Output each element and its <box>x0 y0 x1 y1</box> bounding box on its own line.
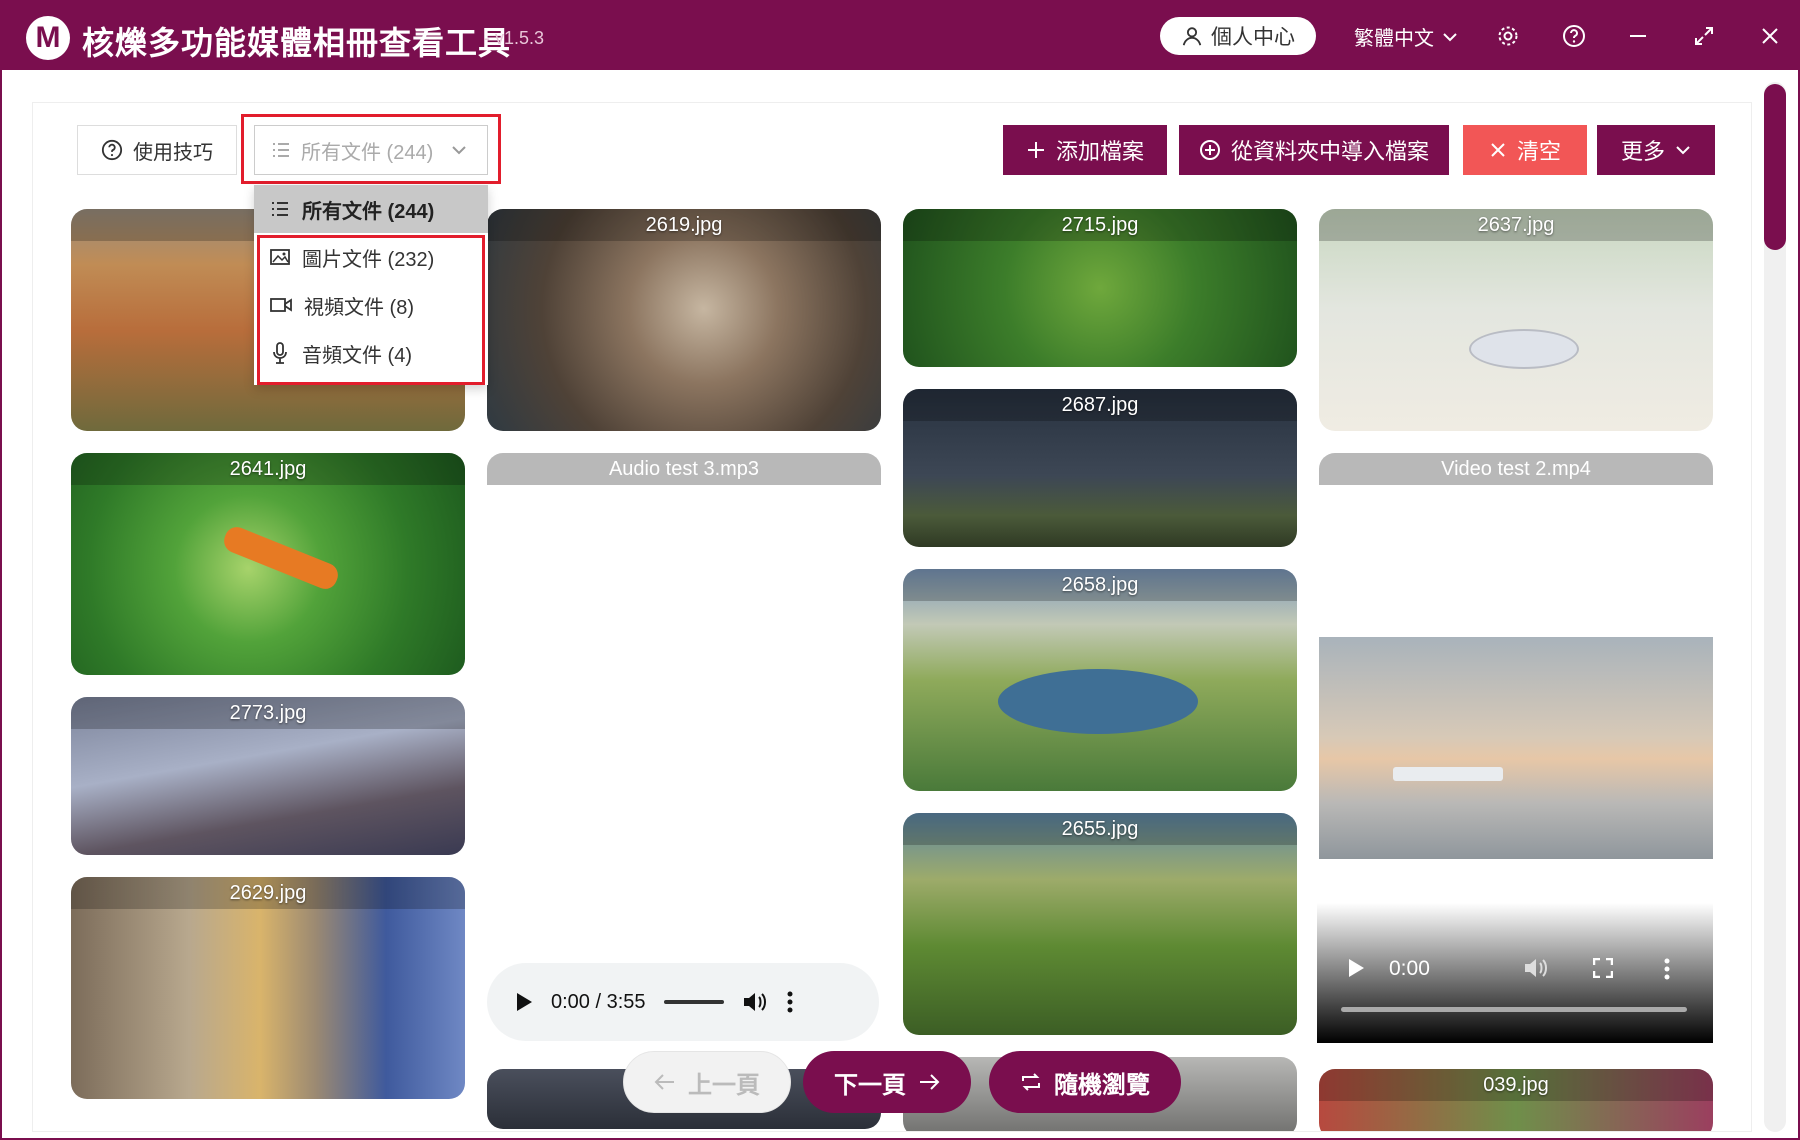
add-file-button[interactable]: 添加檔案 <box>1003 125 1167 175</box>
user-center-label: 個人中心 <box>1211 26 1295 49</box>
app-window: M 核爍多功能媒體相冊查看工具 - v1.5.3 個人中心 繁體中文 使用技巧 … <box>0 0 1800 1140</box>
gallery-card[interactable]: 2658.jpg <box>903 569 1297 791</box>
next-page-button[interactable]: 下一頁 <box>803 1051 971 1113</box>
card-caption: 2773.jpg <box>71 697 465 729</box>
minimize-icon[interactable] <box>1622 20 1654 52</box>
more-label: 更多 <box>1620 139 1665 164</box>
option-label: 所有文件 (244) <box>302 200 435 223</box>
audio-player[interactable]: 0:00 / 3:55 <box>487 963 879 1041</box>
plus-icon <box>1027 142 1044 158</box>
arrow-left-icon <box>654 1074 674 1090</box>
video-time: 0:00 <box>1389 957 1430 980</box>
user-icon <box>1182 27 1202 46</box>
tips-button[interactable]: 使用技巧 <box>77 125 237 175</box>
video-progress[interactable] <box>1341 1007 1687 1012</box>
gallery-card[interactable]: 2641.jpg <box>71 453 465 675</box>
gear-icon[interactable] <box>1492 20 1524 52</box>
list-icon <box>272 202 288 216</box>
import-folder-button[interactable]: 從資料夾中導入檔案 <box>1179 125 1449 175</box>
gallery-card[interactable]: 2655.jpg <box>903 813 1297 1035</box>
card-caption: 2619.jpg <box>487 209 881 241</box>
random-browse-label: 隨機瀏覽 <box>1054 1071 1150 1099</box>
audio-progress[interactable] <box>663 1000 724 1004</box>
card-caption: 039.jpg <box>1319 1069 1713 1101</box>
repeat-icon <box>1022 1073 1040 1091</box>
app-title: 核爍多功能媒體相冊查看工具 <box>82 25 512 61</box>
card-caption: 2687.jpg <box>903 389 1297 421</box>
gallery-card[interactable]: 2687.jpg <box>903 389 1297 547</box>
list-icon <box>273 143 289 157</box>
random-browse-button[interactable]: 隨機瀏覽 <box>989 1051 1181 1113</box>
audio-title: Audio test 3.mp3 <box>487 453 881 485</box>
main-content: 使用技巧 所有文件 (244) 添加檔案 從資料夾中導入檔案 清空 更多 27 <box>32 102 1752 1132</box>
maximize-icon[interactable] <box>1688 20 1720 52</box>
gallery-card[interactable]: 2629.jpg <box>71 877 465 1099</box>
volume-icon[interactable] <box>742 990 768 1014</box>
bird-shape <box>1469 329 1579 369</box>
close-icon[interactable] <box>1754 20 1786 52</box>
video-title: Video test 2.mp4 <box>1319 453 1713 485</box>
river-shape <box>998 669 1198 734</box>
language-select[interactable]: 繁體中文 <box>1354 22 1458 51</box>
user-center-button[interactable]: 個人中心 <box>1160 17 1316 55</box>
scrollbar[interactable] <box>1764 82 1786 1132</box>
language-label: 繁體中文 <box>1354 28 1434 50</box>
fullscreen-icon[interactable] <box>1593 958 1613 978</box>
chevron-down-icon <box>1676 146 1690 155</box>
card-caption: 2655.jpg <box>903 813 1297 845</box>
tips-label: 使用技巧 <box>133 141 213 164</box>
card-caption: 2715.jpg <box>903 209 1297 241</box>
next-page-label: 下一頁 <box>834 1071 906 1099</box>
video-controls[interactable]: 0:00 <box>1317 903 1713 1043</box>
add-file-label: 添加檔案 <box>1055 139 1144 164</box>
help-icon[interactable] <box>1558 20 1590 52</box>
prev-page-label: 上一頁 <box>688 1071 760 1099</box>
scrollbar-thumb[interactable] <box>1764 84 1786 250</box>
clear-label: 清空 <box>1516 139 1561 164</box>
card-caption: 2637.jpg <box>1319 209 1713 241</box>
arrow-right-icon <box>920 1074 940 1090</box>
gallery-card[interactable]: 2773.jpg <box>71 697 465 855</box>
gallery-card[interactable]: 039.jpg <box>1319 1069 1713 1131</box>
gallery-card[interactable]: 2637.jpg <box>1319 209 1713 431</box>
play-icon[interactable] <box>1347 958 1365 978</box>
play-icon[interactable] <box>515 992 533 1012</box>
filter-option-all[interactable]: 所有文件 (244) <box>254 185 488 233</box>
card-caption: 2641.jpg <box>71 453 465 485</box>
close-icon <box>1491 143 1505 157</box>
audio-time: 0:00 / 3:55 <box>551 990 646 1013</box>
filter-value: 所有文件 (244) <box>301 141 434 164</box>
title-bar: M 核爍多功能媒體相冊查看工具 - v1.5.3 個人中心 繁體中文 <box>2 2 1798 70</box>
card-caption: 2658.jpg <box>903 569 1297 601</box>
chevron-down-icon <box>1443 32 1457 41</box>
boat-shape <box>220 523 342 593</box>
more-vertical-icon[interactable] <box>786 990 794 1014</box>
import-folder-label: 從資料夾中導入檔案 <box>1230 139 1429 164</box>
more-vertical-icon[interactable] <box>1663 957 1671 981</box>
volume-icon[interactable] <box>1523 956 1549 980</box>
video-frame[interactable] <box>1319 637 1713 859</box>
app-logo: M <box>26 16 70 60</box>
ship-shape <box>1393 767 1503 781</box>
card-caption: 2629.jpg <box>71 877 465 909</box>
gallery-card[interactable]: 2715.jpg <box>903 209 1297 367</box>
gallery-card[interactable]: 2619.jpg <box>487 209 881 431</box>
prev-page-button[interactable]: 上一頁 <box>623 1051 791 1113</box>
dropdown-highlight-box <box>257 235 485 385</box>
plus-circle-icon <box>1199 140 1220 160</box>
more-button[interactable]: 更多 <box>1597 125 1715 175</box>
clear-button[interactable]: 清空 <box>1463 125 1587 175</box>
app-version: - v1.5.3 <box>484 28 545 48</box>
file-filter-select[interactable]: 所有文件 (244) <box>254 125 488 175</box>
chevron-down-icon <box>452 146 466 155</box>
help-icon <box>101 139 123 161</box>
